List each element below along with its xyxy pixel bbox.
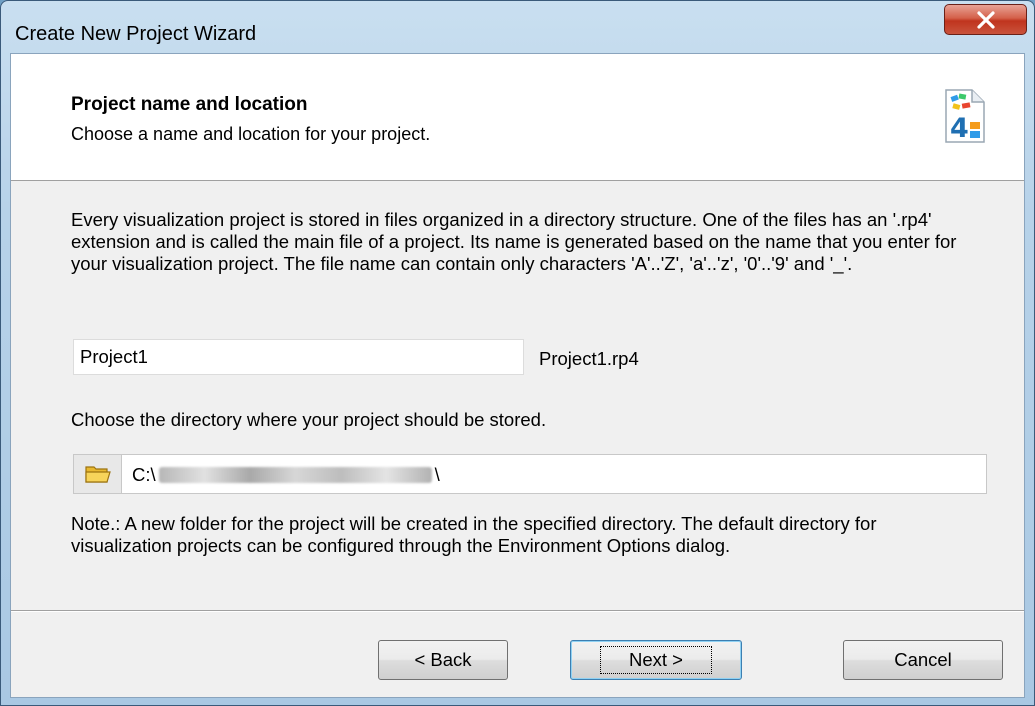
directory-note: Note.: A new folder for the project will… <box>71 513 877 556</box>
folder-icon <box>84 466 111 483</box>
page-subtitle: Choose a name and location for your proj… <box>71 124 431 144</box>
next-button-label: Next > <box>600 646 712 674</box>
project-description: Every visualization project is stored in… <box>71 209 957 274</box>
directory-path-suffix: \ <box>434 464 440 485</box>
page-title: Project name and location <box>71 94 308 115</box>
directory-field[interactable]: C:\ \ <box>73 454 987 494</box>
svg-text:4: 4 <box>950 113 969 144</box>
close-icon <box>976 10 995 29</box>
browse-folder-button[interactable] <box>74 455 122 493</box>
project-name-input[interactable] <box>73 339 524 375</box>
next-button[interactable]: Next > <box>570 640 742 680</box>
cancel-button[interactable]: Cancel <box>843 640 1003 680</box>
main-file-name: Project1.rp4 <box>539 348 639 369</box>
close-button[interactable] <box>944 4 1027 35</box>
title-bar[interactable]: Create New Project Wizard <box>1 1 1034 53</box>
wizard-client-area: Project name and location Choose a name … <box>10 53 1025 698</box>
wizard-header: Project name and location Choose a name … <box>11 54 1024 181</box>
rp4-logo-icon: 4 <box>945 89 985 144</box>
footer-separator <box>11 610 1024 612</box>
back-button[interactable]: < Back <box>378 640 508 680</box>
directory-path-prefix: C:\ <box>132 464 156 485</box>
directory-label: Choose the directory where your project … <box>71 409 547 430</box>
directory-path: C:\ \ <box>132 464 440 486</box>
wizard-window: Create New Project Wizard Project name a… <box>0 0 1035 706</box>
window-title: Create New Project Wizard <box>15 23 257 45</box>
redacted-path <box>158 467 432 483</box>
